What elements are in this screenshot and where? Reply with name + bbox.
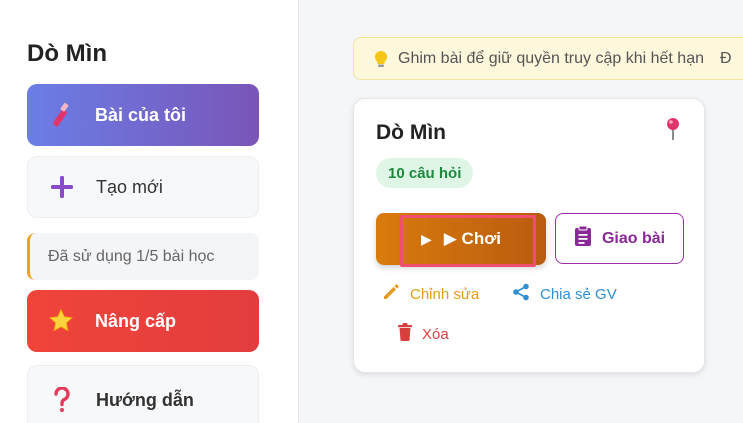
my-lessons-label: Bài của tôi: [95, 104, 187, 125]
pin-icon[interactable]: [664, 117, 682, 146]
guide-label: Hướng dẫn: [96, 389, 194, 410]
my-lessons-button[interactable]: Bài của tôi: [27, 84, 259, 146]
play-button[interactable]: ▶ ▶ Chơi: [376, 213, 546, 267]
lesson-card: Dò Mìn 10 câu hỏi ▶ ▶ Chơi Giao bài Chỉn…: [353, 98, 705, 373]
share-icon: [512, 283, 530, 305]
create-new-label: Tạo mới: [96, 176, 163, 197]
play-label: ▶ Chơi: [443, 229, 502, 248]
usage-indicator: Đã sử dụng 1/5 bài học: [27, 233, 259, 280]
question-count-badge: 10 câu hỏi: [376, 158, 474, 188]
pin-notice-trailing: Đ: [720, 49, 732, 67]
assign-button[interactable]: Giao bài: [555, 213, 684, 264]
trash-icon: [398, 323, 412, 345]
share-label: Chia sẻ GV: [540, 285, 617, 303]
delete-link[interactable]: Xóa: [398, 323, 449, 345]
clipboard-icon: [574, 225, 592, 252]
sidebar-title: Dò Mìn: [27, 40, 107, 67]
delete-label: Xóa: [422, 325, 449, 343]
guide-button[interactable]: Hướng dẫn: [27, 365, 259, 423]
lightbulb-icon: [374, 50, 388, 68]
pin-notice-text: Ghim bài để giữ quyền truy cập khi hết h…: [398, 49, 704, 67]
lesson-title: Dò Mìn: [376, 121, 446, 144]
pin-notice: Ghim bài để giữ quyền truy cập khi hết h…: [353, 37, 743, 80]
edit-link[interactable]: Chỉnh sửa: [382, 283, 479, 305]
plus-icon: [28, 175, 96, 199]
question-icon: [28, 387, 96, 413]
upgrade-label: Nâng cấp: [95, 310, 177, 331]
assign-label: Giao bài: [601, 229, 666, 247]
create-new-button[interactable]: Tạo mới: [27, 156, 259, 218]
upgrade-button[interactable]: Nâng cấp: [27, 290, 259, 352]
share-link[interactable]: Chia sẻ GV: [512, 283, 617, 305]
pencil-icon: [382, 283, 400, 305]
star-icon: [27, 308, 95, 334]
play-icon: ▶: [420, 230, 432, 247]
edit-label: Chỉnh sửa: [410, 285, 480, 303]
magic-wand-icon: [27, 101, 95, 129]
sidebar: Dò Mìn Bài của tôi Tạo mới Đã sử dụng 1/…: [0, 0, 299, 423]
